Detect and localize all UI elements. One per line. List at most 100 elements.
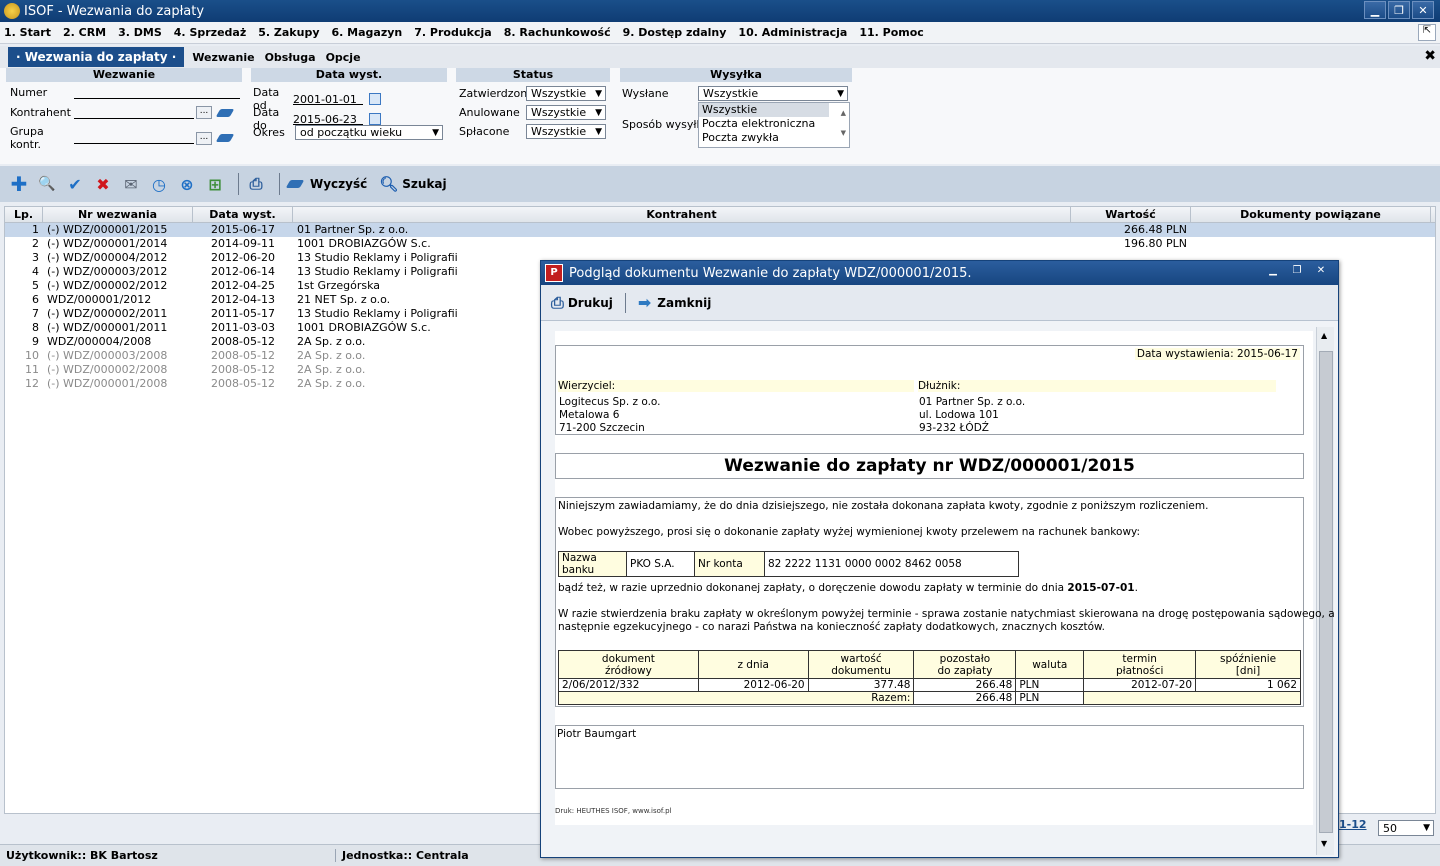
page-size-select[interactable]: 50 ▼ <box>1378 820 1434 836</box>
grupa-label: Grupa kontr. <box>10 125 44 151</box>
splacone-select[interactable]: Wszystkie ▼ <box>526 124 606 139</box>
dialog-toolbar: ⎙ Drukuj ➡ Zamknij <box>541 285 1338 321</box>
menu-crm[interactable]: 2. CRM <box>63 26 106 39</box>
cell-data: 2008-05-12 <box>211 335 275 348</box>
scroll-up-icon[interactable]: ▲ <box>841 109 846 117</box>
cell-kontrahent: 1001 DROBIAZGÓW S.c. <box>297 237 431 250</box>
external-link-icon[interactable]: ⇱ <box>1418 24 1436 41</box>
approve-check-icon[interactable]: ✔ <box>64 173 86 195</box>
preview-document-icon[interactable]: 🔍 <box>36 173 58 195</box>
document-heading: Wezwanie do zapłaty nr WDZ/000001/2015 <box>555 453 1304 479</box>
scrollbar-thumb[interactable] <box>1319 351 1333 833</box>
zatwierdzone-select[interactable]: Wszystkie ▼ <box>526 86 606 101</box>
menu-produkcja[interactable]: 7. Produkcja <box>414 26 491 39</box>
menu-pomoc[interactable]: 11. Pomoc <box>859 26 923 39</box>
menu-magazyn[interactable]: 6. Magazyn <box>332 26 403 39</box>
submenu-wezwanie[interactable]: Wezwanie <box>192 51 254 64</box>
cell-lp: 9 <box>32 335 39 348</box>
bank-details: Nazwa banku PKO S.A. Nr konta 82 2222 11… <box>558 551 1019 577</box>
anulowane-select[interactable]: Wszystkie ▼ <box>526 105 606 120</box>
pager-range[interactable]: 1-12 <box>1339 818 1367 831</box>
menu-administracja[interactable]: 10. Administracja <box>738 26 847 39</box>
col-lp[interactable]: Lp. <box>5 207 43 222</box>
col-wartosc[interactable]: Wartość <box>1071 207 1191 222</box>
calendar-icon[interactable] <box>369 113 381 125</box>
maximize-button[interactable]: ❐ <box>1388 1 1410 19</box>
scroll-up-icon[interactable]: ▲ <box>1321 331 1327 340</box>
menu-zakupy[interactable]: 5. Zakupy <box>258 26 319 39</box>
cell-dokumenty <box>1191 237 1431 251</box>
print-button[interactable]: ⎙ Drukuj <box>551 293 613 313</box>
sposob-option-email[interactable]: Poczta elektroniczna <box>699 117 849 131</box>
dialog-close-button[interactable]: ✕ <box>1310 263 1332 279</box>
col-dokumenty[interactable]: Dokumenty powiązane <box>1191 207 1431 222</box>
status-unit: Jednostka:: Centrala <box>342 849 469 862</box>
printer-icon[interactable]: ⎙ <box>245 173 267 195</box>
grupa-browse-button[interactable]: ... <box>196 131 212 145</box>
main-menu: 1. Start 2. CRM 3. DMS 4. Sprzedaż 5. Za… <box>0 22 1440 44</box>
dialog-scrollbar[interactable]: ▲ ▼ <box>1316 327 1334 855</box>
col-kontrahent[interactable]: Kontrahent <box>293 207 1071 222</box>
table-row[interactable]: 2 (-) WDZ/000001/2014 2014-09-11 1001 DROBI… <box>5 237 1435 251</box>
cell-data: 2008-05-12 <box>211 377 275 390</box>
table-row[interactable]: 1 (-) WDZ/000001/2015 2015-06-17 01 Partner… <box>5 223 1435 237</box>
menu-dostep-zdalny[interactable]: 9. Dostęp zdalny <box>623 26 727 39</box>
issue-date: Data wystawienia: 2015-06-17 <box>1134 348 1300 360</box>
kontrahent-clear-icon[interactable] <box>215 108 235 117</box>
data-od-input[interactable]: 2001-01-01 <box>293 93 363 106</box>
submenu-opcje[interactable]: Opcje <box>326 51 361 64</box>
cell-nr: WDZ/000004/2008 <box>47 335 152 348</box>
delete-x-icon[interactable]: ✖ <box>92 173 114 195</box>
search-button[interactable]: 🔍︎ Szukaj <box>379 175 446 193</box>
anulowane-value: Wszystkie <box>531 106 587 119</box>
submenu-obsluga[interactable]: Obsługa <box>265 51 316 64</box>
menu-rachunkowosc[interactable]: 8. Rachunkowość <box>504 26 611 39</box>
okres-select[interactable]: od początku wieku ▼ <box>295 125 443 140</box>
envelope-icon[interactable]: ✉ <box>120 173 142 195</box>
add-document-icon[interactable]: ⊞ <box>204 173 226 195</box>
menu-dms[interactable]: 3. DMS <box>118 26 162 39</box>
numer-input[interactable] <box>74 87 240 99</box>
data-do-input[interactable]: 2015-06-23 <box>293 113 363 126</box>
add-icon[interactable]: ✚ <box>8 172 30 196</box>
cell-data: 2008-05-12 <box>211 363 275 376</box>
minimize-button[interactable]: ▁ <box>1364 1 1386 19</box>
close-button[interactable]: ➡ Zamknij <box>638 293 711 312</box>
cell-data: 2012-04-25 <box>211 279 275 292</box>
dialog-maximize-button[interactable]: ❐ <box>1286 263 1308 279</box>
kontrahent-input[interactable] <box>74 107 194 119</box>
cell-data: 2015-06-17 <box>211 223 275 236</box>
clock-icon[interactable]: ◷ <box>148 173 170 195</box>
col-nr[interactable]: Nr wezwania <box>43 207 193 222</box>
menu-sprzedaz[interactable]: 4. Sprzedaż <box>174 26 246 39</box>
filter-panel: Wezwanie Numer Kontrahent ... Grupa kont… <box>0 68 1440 164</box>
calendar-icon[interactable] <box>369 93 381 105</box>
grupa-clear-icon[interactable] <box>215 134 235 142</box>
col-data[interactable]: Data wyst. <box>193 207 293 222</box>
cell-lp: 7 <box>32 307 39 320</box>
cancel-circle-icon[interactable]: ⊗ <box>176 173 198 195</box>
scroll-down-icon[interactable]: ▼ <box>841 129 846 137</box>
close-tab-icon[interactable]: ✖ <box>1424 48 1436 64</box>
sposob-option-poczta[interactable]: Poczta zwykła <box>699 131 849 145</box>
dialog-minimize-button[interactable]: ▁ <box>1262 263 1284 279</box>
tab-wezwania[interactable]: · Wezwania do zapłaty · <box>8 47 185 67</box>
dialog-title-bar: P Podgląd dokumentu Wezwanie do zapłaty … <box>541 261 1338 285</box>
scroll-down-icon[interactable]: ▼ <box>1321 839 1327 848</box>
close-window-button[interactable]: ✕ <box>1412 1 1434 19</box>
cell-nr: (-) WDZ/000001/2011 <box>47 321 168 334</box>
grupa-input[interactable] <box>74 132 194 144</box>
menu-start[interactable]: 1. Start <box>4 26 51 39</box>
sposob-listbox[interactable]: Wszystkie Poczta elektroniczna Poczta zw… <box>698 102 850 148</box>
wyslane-select[interactable]: Wszystkie ▼ <box>698 86 848 101</box>
cell-lp: 1 <box>32 223 39 236</box>
clear-button[interactable]: Wyczyść <box>285 177 367 191</box>
deadline-date: 2015-07-01 <box>1067 582 1135 594</box>
paragraph-request: Wobec powyższego, prosi się o dokonanie … <box>558 526 1141 538</box>
kontrahent-browse-button[interactable]: ... <box>196 106 212 119</box>
cell-data: 2012-06-20 <box>211 251 275 264</box>
group-header: Status <box>456 68 610 82</box>
sposob-option-wszystkie[interactable]: Wszystkie <box>699 103 829 117</box>
paragraph-warning-1: W razie stwierdzenia braku zapłaty w okr… <box>558 608 1335 620</box>
cell-nr: (-) WDZ/000001/2008 <box>47 377 168 390</box>
